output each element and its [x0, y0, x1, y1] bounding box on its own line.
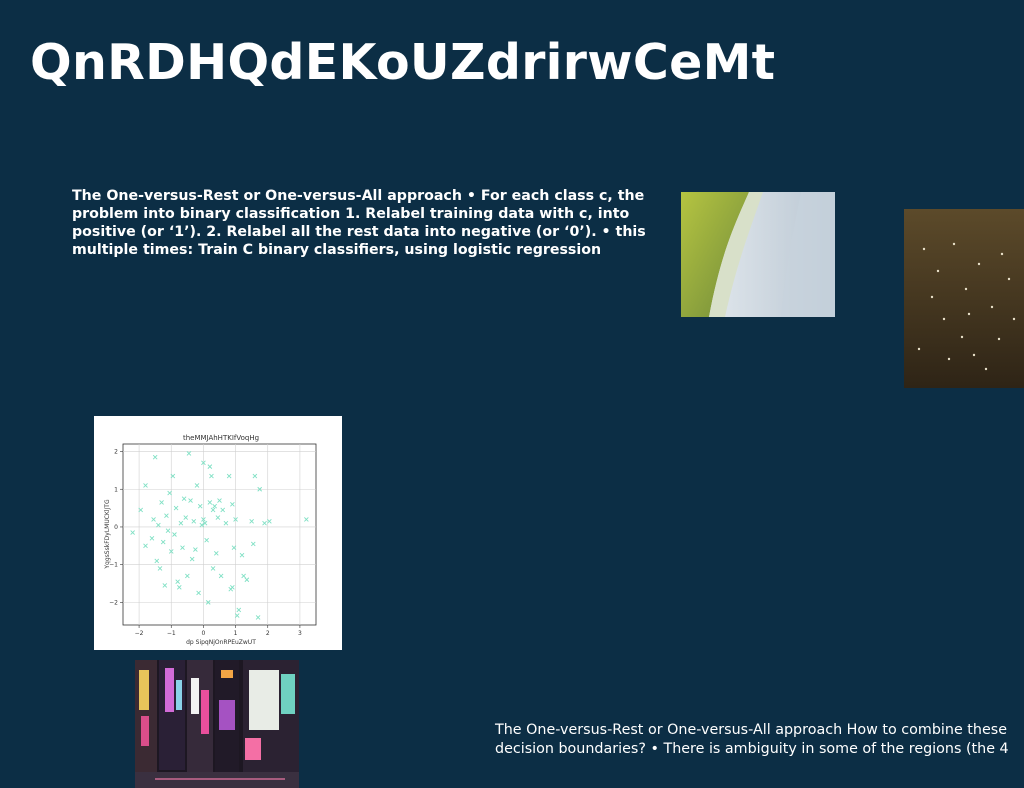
y-tick-label: 2	[114, 449, 118, 456]
data-point	[262, 520, 267, 526]
data-point	[181, 496, 187, 501]
data-point	[241, 573, 246, 579]
data-point	[154, 558, 160, 564]
data-point	[250, 541, 256, 547]
data-point	[210, 507, 216, 513]
data-point	[252, 473, 258, 479]
data-point	[249, 518, 254, 524]
slide-title: QnRDHQdEKoUZdrirwCeMt	[30, 34, 776, 91]
y-tick-label: 1	[114, 486, 118, 493]
data-point	[236, 607, 242, 613]
data-point	[151, 517, 156, 522]
x-axis-label: dp SipqNjOnRPEuZwUT	[186, 639, 256, 646]
plot-frame	[122, 443, 317, 626]
data-point	[162, 583, 168, 588]
data-point	[239, 552, 245, 558]
data-point	[210, 566, 216, 571]
data-point	[196, 590, 201, 596]
data-point	[152, 454, 158, 460]
y-tick-label: −2	[109, 599, 118, 606]
y-axis-label: YqgsSskFDyLMUCKlJTG	[104, 499, 111, 570]
x-tick-label: 1	[234, 630, 238, 637]
data-point	[244, 577, 250, 583]
data-point	[304, 517, 309, 522]
data-point	[226, 473, 232, 479]
data-point	[183, 515, 189, 520]
data-point	[212, 503, 217, 509]
data-points	[130, 451, 309, 620]
data-point	[186, 451, 192, 456]
data-point	[160, 539, 166, 545]
data-point	[185, 573, 190, 579]
data-point	[230, 502, 235, 507]
birds-on-sand-photo	[904, 209, 1024, 388]
chart-title: theMMJAhHTKIfVoqHg	[183, 434, 259, 442]
data-point	[218, 573, 224, 579]
data-point	[172, 532, 177, 537]
data-point	[197, 503, 203, 509]
beach-aerial-photo	[681, 192, 835, 317]
data-point	[178, 520, 184, 526]
x-axis-ticks: −2 −1 0 1 2 3	[135, 625, 302, 637]
x-tick-label: 2	[266, 630, 270, 637]
data-point	[217, 498, 222, 503]
body-paragraph-ovr: The One-versus-Rest or One-versus-All ap…	[72, 188, 646, 258]
data-point	[194, 483, 200, 488]
data-point	[215, 515, 221, 520]
data-point	[143, 483, 148, 488]
y-tick-label: 0	[114, 524, 118, 531]
x-tick-label: −1	[167, 630, 176, 637]
data-point	[165, 528, 171, 534]
data-point	[149, 535, 155, 541]
data-point	[156, 522, 161, 528]
data-point	[176, 584, 182, 590]
data-point	[159, 500, 164, 505]
x-tick-label: 3	[298, 630, 302, 637]
x-tick-label: −2	[135, 630, 144, 637]
chart-grid	[123, 444, 316, 625]
data-point	[188, 498, 193, 503]
data-point	[209, 473, 214, 479]
data-point	[230, 584, 235, 590]
data-point	[220, 507, 226, 513]
data-point	[207, 500, 213, 505]
data-point	[175, 579, 181, 584]
data-point	[130, 530, 135, 535]
y-axis-ticks: −2−1012	[109, 449, 123, 606]
data-point	[157, 566, 163, 571]
night-street-photo	[135, 660, 299, 788]
data-point	[255, 615, 261, 620]
data-point	[173, 505, 179, 511]
data-point	[204, 537, 209, 543]
data-point	[213, 551, 219, 556]
data-point	[207, 464, 213, 469]
data-point	[164, 513, 169, 518]
data-point	[180, 545, 185, 551]
body-paragraph-ambiguity: The One-versus-Rest or One-versus-All ap…	[495, 722, 1009, 757]
data-point	[143, 543, 148, 549]
data-point	[189, 556, 195, 562]
scatter-chart: theMMJAhHTKIfVoqHg −2 −1 0 1 2 3 −2 −1 0 1 2 dp S…	[94, 416, 342, 650]
data-point	[193, 547, 198, 552]
data-point	[191, 518, 197, 524]
data-point	[223, 520, 229, 526]
x-tick-label: 0	[202, 630, 206, 637]
